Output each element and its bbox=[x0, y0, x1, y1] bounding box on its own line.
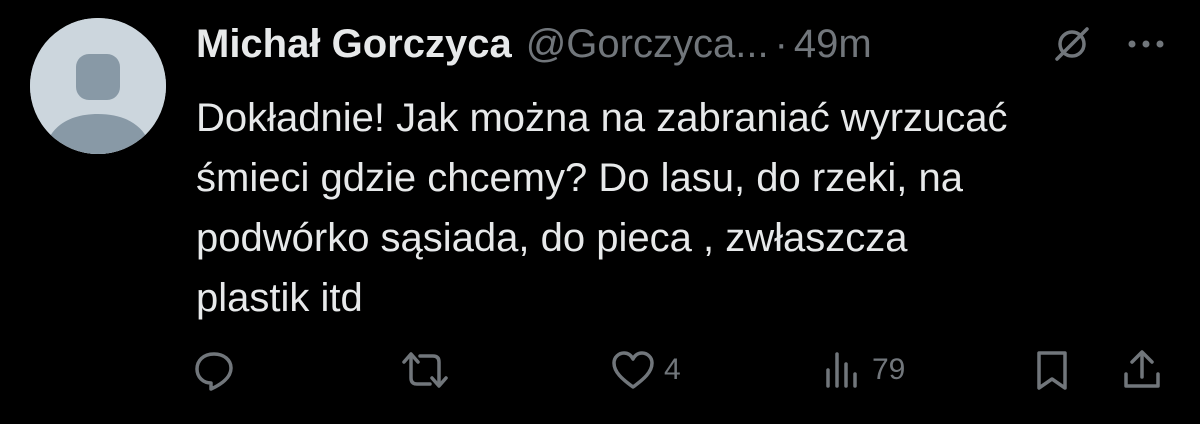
user-handle[interactable]: @Gorczyca... bbox=[526, 22, 769, 67]
heart-icon bbox=[612, 351, 654, 389]
reply-icon bbox=[195, 352, 233, 391]
avatar[interactable] bbox=[30, 18, 166, 154]
retweet-icon bbox=[402, 352, 448, 388]
tweet-text-line: śmieci gdzie chcemy? Do lasu, do rzeki, … bbox=[196, 156, 963, 200]
default-avatar-icon bbox=[30, 18, 166, 154]
like-button[interactable]: 4 bbox=[610, 348, 681, 392]
bookmark-icon bbox=[1037, 351, 1067, 390]
tweet[interactable]: Michał Gorczyca @Gorczyca... · 49m Dokła… bbox=[0, 0, 1200, 424]
like-count: 4 bbox=[664, 353, 681, 386]
tweet-header: Michał Gorczyca @Gorczyca... · 49m bbox=[196, 18, 872, 70]
separator-dot: · bbox=[774, 21, 788, 66]
display-name[interactable]: Michał Gorczyca bbox=[196, 22, 512, 67]
views-icon bbox=[826, 352, 857, 388]
tweet-text-line: Dokładnie! Jak można na zabraniać wyrzuc… bbox=[196, 96, 1008, 140]
views-button[interactable]: 79 bbox=[820, 348, 905, 392]
tweet-text-line: plastik itd bbox=[196, 276, 363, 320]
timestamp[interactable]: 49m bbox=[794, 22, 872, 67]
bookmark-button[interactable] bbox=[1032, 348, 1072, 392]
tweet-text-line: podwórko sąsiada, do pieca , zwłaszcza bbox=[196, 216, 908, 260]
share-button[interactable] bbox=[1120, 348, 1164, 392]
share-icon bbox=[1124, 350, 1160, 388]
more-options-icon[interactable] bbox=[1122, 26, 1170, 62]
grok-icon[interactable] bbox=[1052, 24, 1092, 64]
reply-button[interactable] bbox=[192, 348, 236, 392]
views-count: 79 bbox=[872, 353, 906, 386]
action-bar: 4 79 bbox=[0, 340, 1200, 400]
tweet-text: Dokładnie! Jak można na zabraniać wyrzuc… bbox=[196, 88, 1176, 328]
retweet-button[interactable] bbox=[400, 348, 450, 392]
